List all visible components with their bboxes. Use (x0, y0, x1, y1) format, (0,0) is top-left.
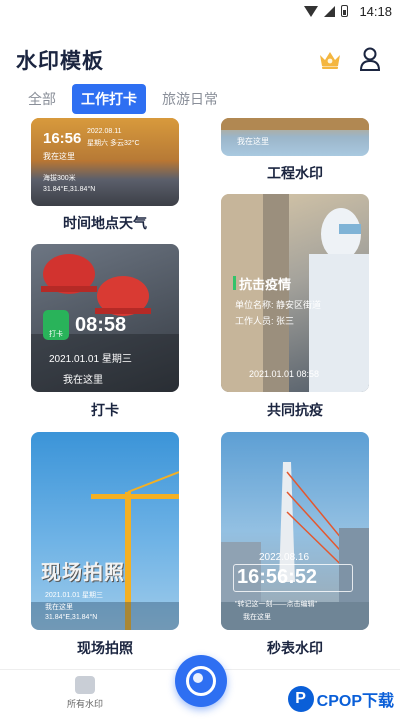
battery-icon (341, 5, 348, 17)
card1-coords: 31.84°E,31.84°N (43, 186, 96, 193)
checkin-badge: 打卡 (43, 310, 69, 340)
template-card-checkin[interactable]: 打卡 08:58 2021.01.01 星期三 我在这里 (31, 244, 179, 392)
card2-location: 我在这里 (237, 137, 269, 146)
camera-lens-dot (193, 673, 203, 683)
user-icon[interactable] (358, 46, 382, 72)
status-time: 14:18 (359, 4, 392, 19)
template-label-checkin: 打卡 (91, 403, 119, 419)
card3-time: 08:58 (75, 314, 127, 336)
watermark-logo: P (287, 686, 314, 712)
template-card-onsite-photo[interactable]: 现场拍照 2021.01.01 星期三 我在这里 31.84°E,31.84°N (31, 432, 179, 630)
crown-icon[interactable] (318, 50, 342, 70)
tab-all[interactable]: 全部 (20, 85, 64, 113)
medic-image (221, 194, 369, 392)
card1-time: 16:56 (43, 130, 82, 147)
tab-travel-daily[interactable]: 旅游日常 (154, 85, 226, 113)
card5-line1: 2021.01.01 星期三 (45, 592, 103, 599)
card6-location: 我在这里 (243, 614, 271, 621)
template-label-engineering: 工程水印 (267, 166, 323, 182)
status-bar: 14:18 (0, 0, 400, 24)
card4-title: 抗击疫情 (239, 277, 292, 292)
card1-altitude: 海拔300米 (43, 175, 76, 182)
card6-time: 16:56:52 (237, 566, 318, 588)
card4-datetime: 2021.01.01 08:58 (249, 369, 320, 379)
camera-button[interactable] (175, 655, 227, 707)
card4-unit: 单位名称: 静安区街道 (235, 300, 322, 310)
nav-all-watermarks[interactable]: 所有水印 (62, 676, 108, 710)
card4-staff: 工作人员: 张三 (235, 316, 295, 326)
image-icon (75, 676, 95, 694)
nav-all-watermarks-label: 所有水印 (66, 700, 103, 710)
card5-line3: 31.84°E,31.84°N (45, 614, 98, 621)
card6-note: "转记这一刻——点击编辑" (235, 601, 317, 608)
card1-date: 2022.08.11 (87, 128, 122, 135)
header: 水印模板 (14, 40, 386, 76)
template-card-stopwatch[interactable]: 2022.08.16 16:56:52 "转记这一刻——点击编辑" 我在这里 (221, 432, 369, 630)
page-title: 水印模板 (16, 49, 104, 73)
category-tabs: 全部 工作打卡 旅游日常 (20, 84, 226, 114)
crane-image (31, 471, 179, 630)
signal-icon (324, 5, 335, 17)
template-grid: 16:56 2022.08.11 星期六 多云32°C 我在这里 海拔300米 … (0, 118, 400, 668)
card5-title: 现场拍照 (41, 562, 125, 584)
status-icons (304, 5, 348, 17)
template-card-time-location-weather[interactable]: 16:56 2022.08.11 星期六 多云32°C 我在这里 海拔300米 … (31, 118, 179, 206)
wifi-icon (304, 5, 318, 17)
tab-work-checkin[interactable]: 工作打卡 (72, 84, 146, 114)
template-label-time-location-weather: 时间地点天气 (63, 216, 147, 232)
template-card-engineering[interactable]: 我在这里 (221, 118, 369, 156)
watermark-text: CPOP下载 (316, 693, 394, 710)
template-label-fight-epidemic: 共同抗疫 (267, 403, 323, 419)
card3-date: 2021.01.01 星期三 (49, 354, 132, 365)
card1-week-weather: 星期六 多云32°C (87, 140, 140, 147)
card3-location: 我在这里 (63, 375, 103, 386)
card6-date: 2022.08.16 (259, 552, 310, 563)
template-label-stopwatch: 秒表水印 (267, 641, 323, 657)
template-label-onsite-photo: 现场拍照 (77, 641, 133, 657)
site-watermark: P CPOP下载 (287, 684, 394, 714)
card1-location: 我在这里 (43, 152, 75, 161)
card5-line2: 我在这里 (45, 604, 73, 611)
template-card-fight-epidemic[interactable]: 抗击疫情 单位名称: 静安区街道 工作人员: 张三 2021.01.01 08:… (221, 194, 369, 392)
